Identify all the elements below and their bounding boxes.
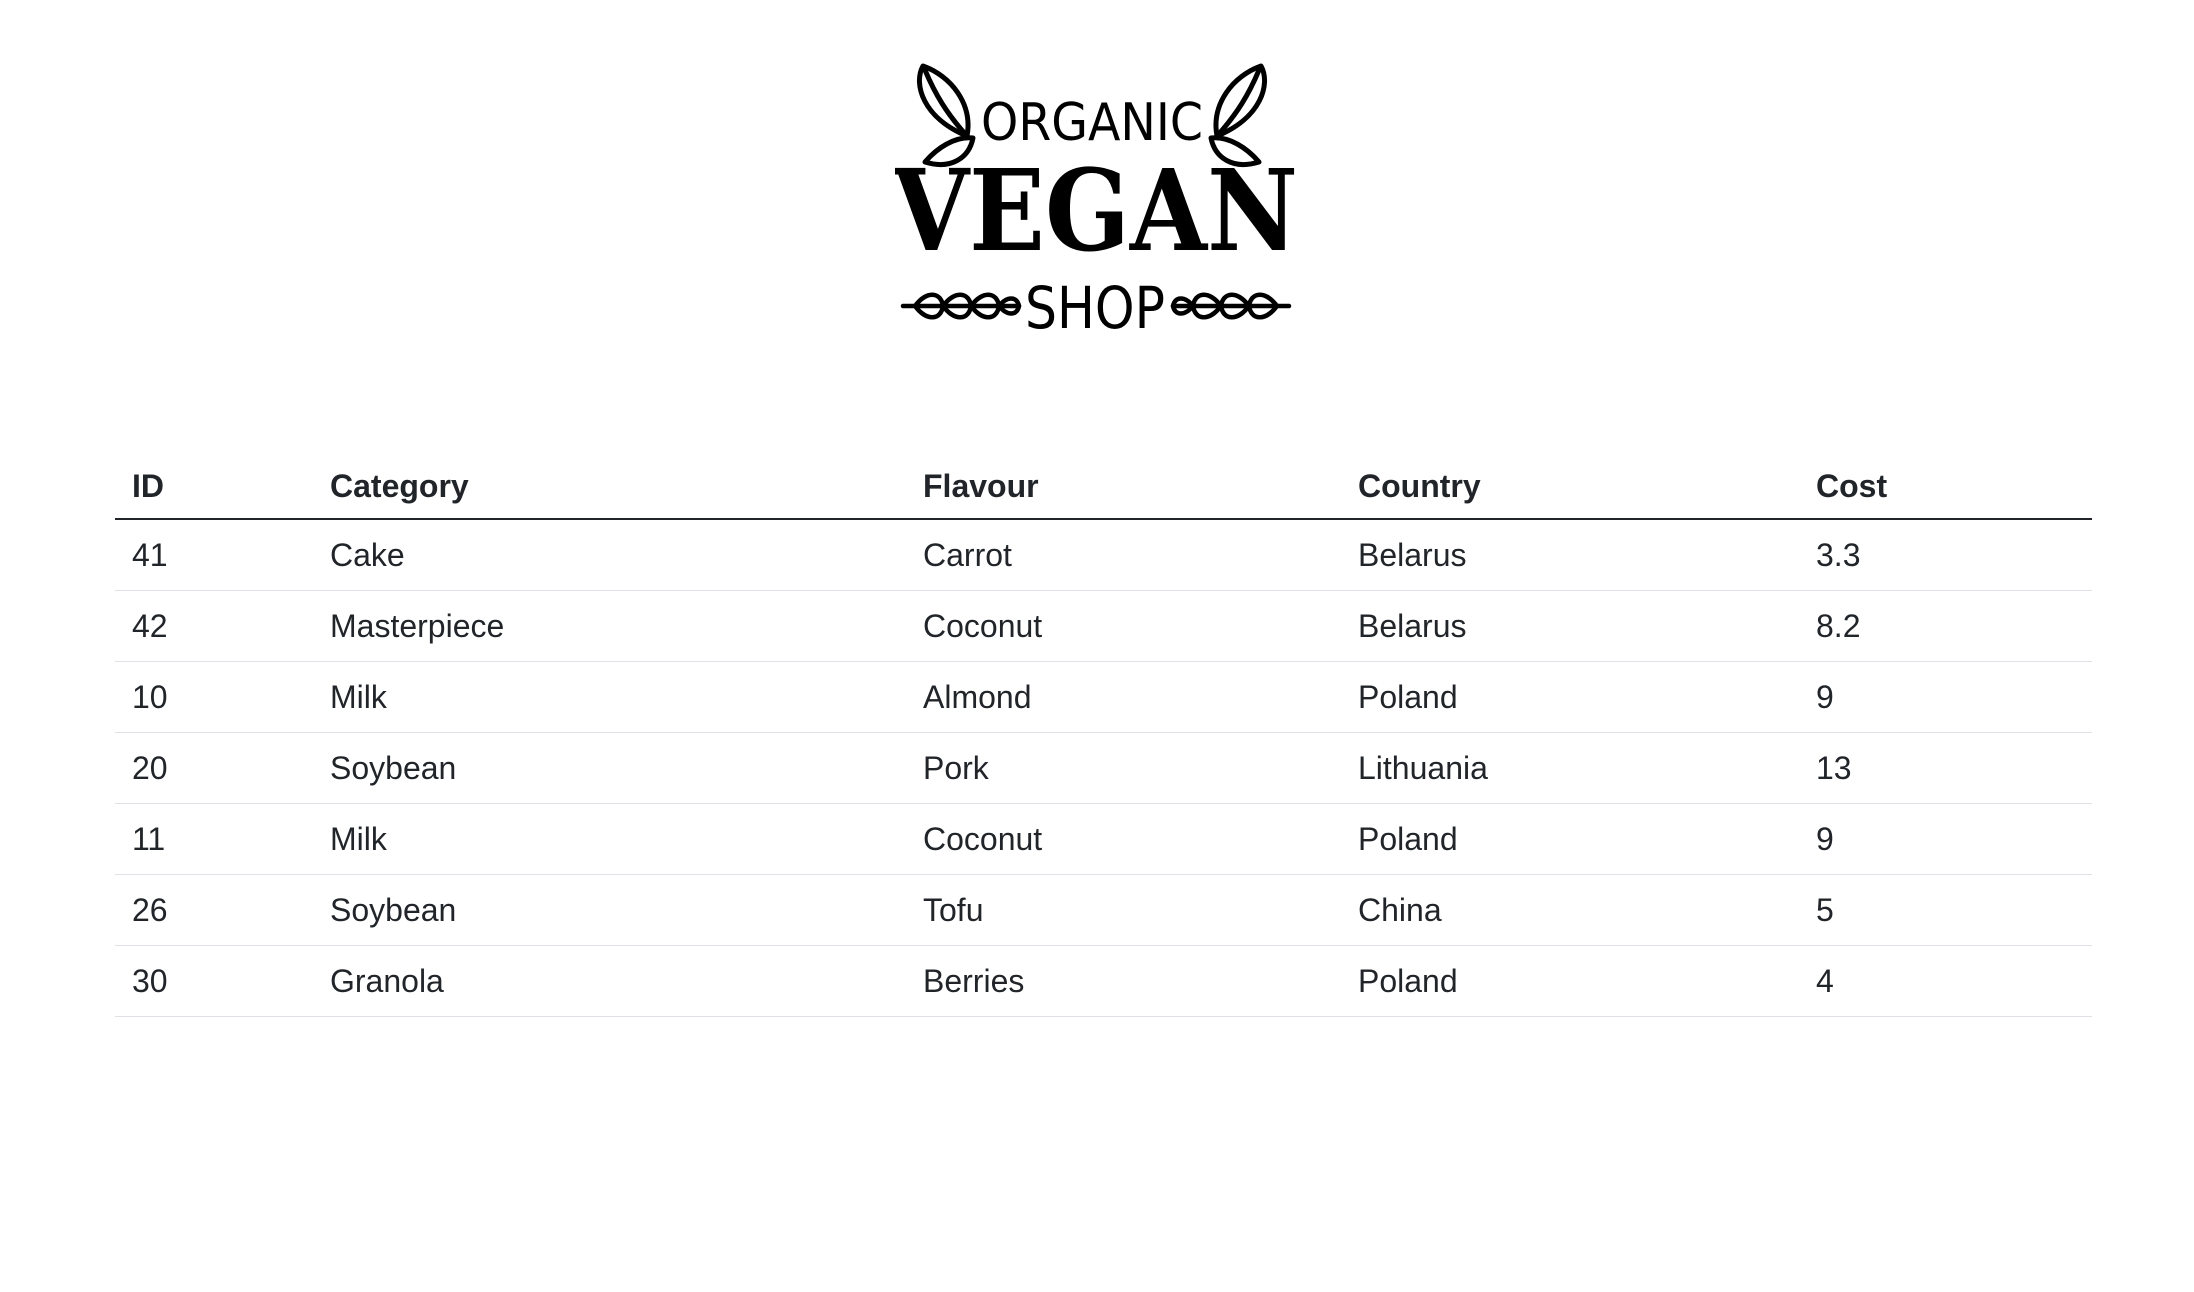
column-header-id: ID <box>115 455 313 520</box>
cell-country: Belarus <box>1341 590 1799 662</box>
cell-cost: 8.2 <box>1799 590 2092 662</box>
cell-category: Milk <box>313 803 906 875</box>
table-row: 11 Milk Coconut Poland 9 <box>115 803 2092 875</box>
table-row: 30 Granola Berries Poland 4 <box>115 945 2092 1017</box>
cell-category: Granola <box>313 945 906 1017</box>
cell-category: Cake <box>313 519 906 591</box>
cell-id: 10 <box>115 661 313 733</box>
table-header: ID Category Flavour Country Cost <box>115 455 2092 520</box>
cell-cost: 9 <box>1799 661 2092 733</box>
cell-country: Poland <box>1341 661 1799 733</box>
cell-id: 41 <box>115 519 313 591</box>
table-row: 42 Masterpiece Coconut Belarus 8.2 <box>115 590 2092 662</box>
cell-category: Masterpiece <box>313 590 906 662</box>
cell-flavour: Coconut <box>906 803 1341 875</box>
left-sprig-icon <box>900 292 1022 320</box>
cell-category: Milk <box>313 661 906 733</box>
cell-flavour: Berries <box>906 945 1341 1017</box>
cell-cost: 13 <box>1799 732 2092 804</box>
table-row: 10 Milk Almond Poland 9 <box>115 661 2092 733</box>
logo-line-vegan: VEGAN <box>895 146 1298 277</box>
cell-cost: 9 <box>1799 803 2092 875</box>
cell-cost: 4 <box>1799 945 2092 1017</box>
column-header-country: Country <box>1341 455 1799 520</box>
cell-id: 11 <box>115 803 313 875</box>
table-header-row: ID Category Flavour Country Cost <box>115 455 2092 520</box>
table-body: 41 Cake Carrot Belarus 3.3 42 Masterpiec… <box>115 519 2092 1017</box>
cell-cost: 5 <box>1799 874 2092 946</box>
cell-flavour: Carrot <box>906 519 1341 591</box>
column-header-flavour: Flavour <box>906 455 1341 520</box>
cell-flavour: Almond <box>906 661 1341 733</box>
table-row: 20 Soybean Pork Lithuania 13 <box>115 732 2092 804</box>
cell-id: 20 <box>115 732 313 804</box>
right-sprig-icon <box>1170 292 1292 320</box>
cell-id: 30 <box>115 945 313 1017</box>
logo-line-organic: ORGANIC <box>981 93 1203 153</box>
table-row: 26 Soybean Tofu China 5 <box>115 874 2092 946</box>
cell-flavour: Tofu <box>906 874 1341 946</box>
cell-id: 26 <box>115 874 313 946</box>
cell-category: Soybean <box>313 732 906 804</box>
cell-flavour: Pork <box>906 732 1341 804</box>
column-header-category: Category <box>313 455 906 520</box>
logo-line-shop: SHOP <box>1025 274 1165 342</box>
cell-flavour: Coconut <box>906 590 1341 662</box>
products-table: ID Category Flavour Country Cost 41 Cake… <box>115 455 2092 1017</box>
cell-id: 42 <box>115 590 313 662</box>
cell-country: Poland <box>1341 945 1799 1017</box>
cell-country: China <box>1341 874 1799 946</box>
column-header-cost: Cost <box>1799 455 2092 520</box>
cell-cost: 3.3 <box>1799 519 2092 591</box>
table-row: 41 Cake Carrot Belarus 3.3 <box>115 519 2092 591</box>
cell-country: Lithuania <box>1341 732 1799 804</box>
cell-category: Soybean <box>313 874 906 946</box>
shop-logo: ORGANIC VEGAN SHOP <box>895 63 1298 342</box>
cell-country: Poland <box>1341 803 1799 875</box>
cell-country: Belarus <box>1341 519 1799 591</box>
